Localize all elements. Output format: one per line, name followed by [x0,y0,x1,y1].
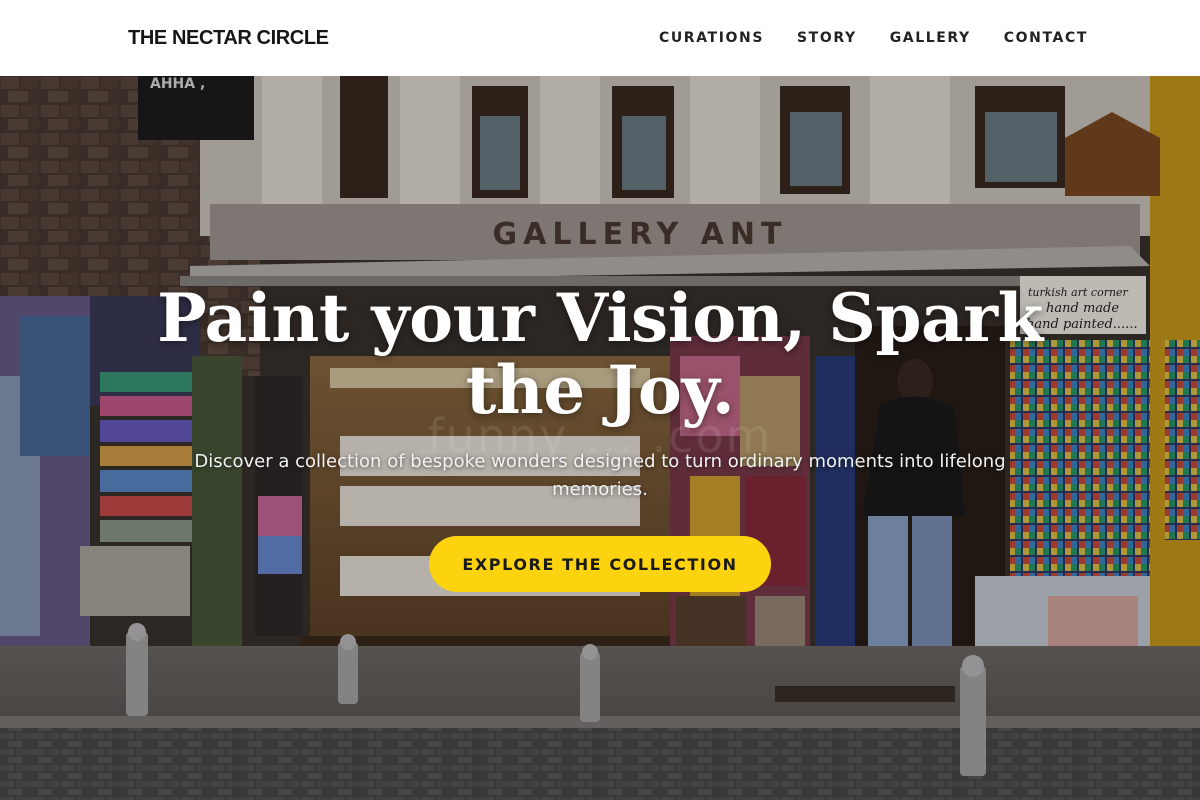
nav-link-gallery[interactable]: GALLERY [890,30,971,46]
hero-subheadline: Discover a collection of bespoke wonders… [194,451,1006,500]
hero-headline: Paint your Vision, Spark the Joy. [157,279,1043,429]
hero-section: AHHA , GALLERY ANT turkish art corner ha… [0,76,1200,800]
brand-logo[interactable]: THE NECTAR CIRCLE [128,27,329,50]
top-navbar: THE NECTAR CIRCLE CURATIONS STORY GALLER… [0,0,1200,76]
nav-link-curations[interactable]: CURATIONS [659,30,764,46]
nav-link-contact[interactable]: CONTACT [1004,30,1088,46]
nav-links: CURATIONS STORY GALLERY CONTACT [659,30,1088,46]
explore-collection-button[interactable]: EXPLORE THE COLLECTION [429,536,771,592]
nav-link-story[interactable]: STORY [797,30,857,46]
